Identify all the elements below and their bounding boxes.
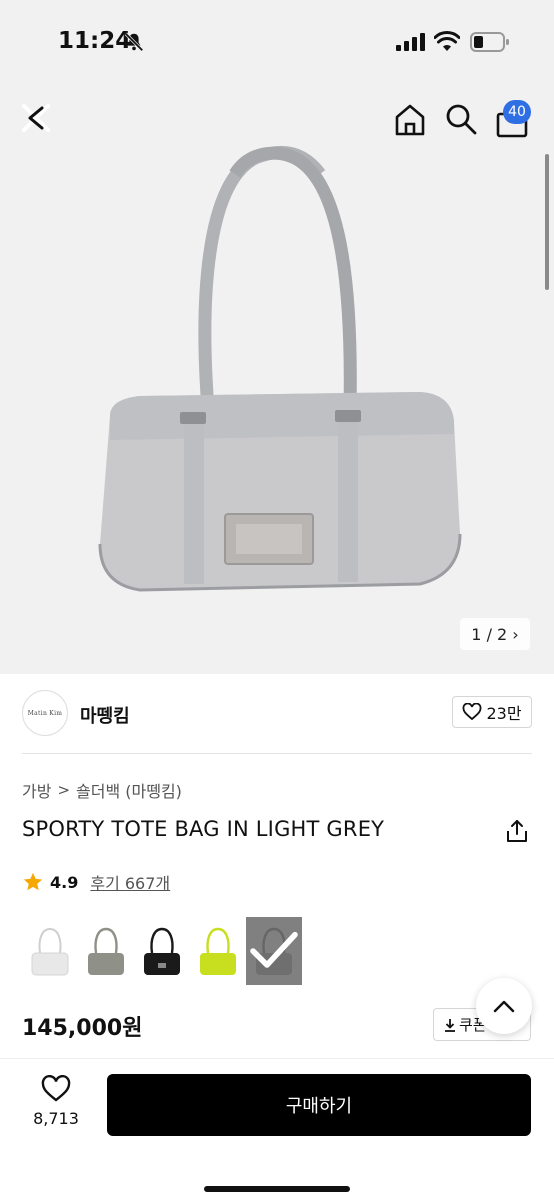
brand-row: Matin Kim 마뗑킴 23만 bbox=[22, 690, 532, 740]
wishlist-button[interactable]: 8,713 bbox=[22, 1075, 90, 1135]
brand-logo-text: Matin Kim bbox=[27, 709, 63, 717]
swatch-light-grey-selected[interactable] bbox=[246, 917, 302, 985]
breadcrumb: 가방 > 숄더백 (마뗑킴) bbox=[22, 778, 182, 802]
home-indicator bbox=[204, 1186, 350, 1192]
divider bbox=[22, 753, 532, 754]
heart-icon bbox=[41, 1075, 71, 1102]
bag-thumbnail-icon bbox=[88, 927, 124, 975]
product-image bbox=[98, 145, 462, 592]
breadcrumb-separator: > bbox=[57, 781, 71, 799]
breadcrumb-item[interactable]: 숄더백 (마뗑킴) bbox=[76, 778, 182, 802]
brand-like-count: 23만 bbox=[486, 704, 522, 723]
bag-thumbnail-icon bbox=[31, 927, 69, 976]
swatch-black[interactable] bbox=[134, 917, 190, 985]
wishlist-count: 8,713 bbox=[33, 1109, 79, 1128]
buy-button[interactable]: 구매하기 bbox=[107, 1074, 531, 1136]
bag-thumbnail-icon bbox=[144, 927, 180, 975]
battery-icon bbox=[470, 32, 509, 52]
review-count-link[interactable]: 후기 667개 bbox=[90, 870, 170, 894]
bag-thumbnail-icon bbox=[200, 927, 236, 975]
wifi-icon bbox=[434, 31, 460, 51]
download-icon bbox=[445, 1018, 455, 1032]
breadcrumb-item[interactable]: 가방 bbox=[22, 778, 51, 802]
home-icon[interactable] bbox=[392, 102, 428, 138]
color-swatches bbox=[22, 917, 302, 985]
brand-logo[interactable]: Matin Kim bbox=[22, 690, 68, 736]
bell-muted-icon bbox=[124, 32, 144, 52]
product-price: 145,000원 bbox=[22, 1016, 143, 1041]
scroll-to-top-button[interactable] bbox=[476, 978, 532, 1034]
cellular-signal-icon bbox=[396, 33, 425, 51]
swatch-white[interactable] bbox=[22, 917, 78, 985]
chevron-up-icon bbox=[493, 1000, 515, 1013]
status-time: 11:24 bbox=[58, 28, 132, 54]
image-page-counter[interactable]: 1 / 2 › bbox=[460, 618, 530, 650]
check-icon bbox=[250, 931, 298, 968]
rating-value: 4.9 bbox=[50, 872, 79, 892]
bottom-action-bar: 8,713 구매하기 bbox=[0, 1058, 554, 1200]
rating-row: 4.9 후기 667개 bbox=[22, 870, 170, 894]
brand-name[interactable]: 마뗑킴 bbox=[80, 702, 130, 728]
status-bar: 11:24 bbox=[0, 0, 554, 84]
search-icon[interactable] bbox=[444, 102, 478, 136]
swatch-lime[interactable] bbox=[190, 917, 246, 985]
swatch-grey[interactable] bbox=[78, 917, 134, 985]
scroll-indicator bbox=[545, 154, 549, 290]
product-title: SPORTY TOTE BAG IN LIGHT GREY bbox=[22, 817, 385, 841]
star-icon bbox=[23, 872, 43, 891]
heart-icon bbox=[463, 703, 482, 721]
product-image-gallery[interactable]: 40 1 / 2 › bbox=[0, 84, 554, 674]
close-back-icon[interactable] bbox=[18, 100, 54, 136]
cart-count-badge: 40 bbox=[503, 100, 531, 124]
brand-like-button[interactable]: 23만 bbox=[452, 696, 532, 728]
share-icon[interactable] bbox=[504, 818, 530, 844]
